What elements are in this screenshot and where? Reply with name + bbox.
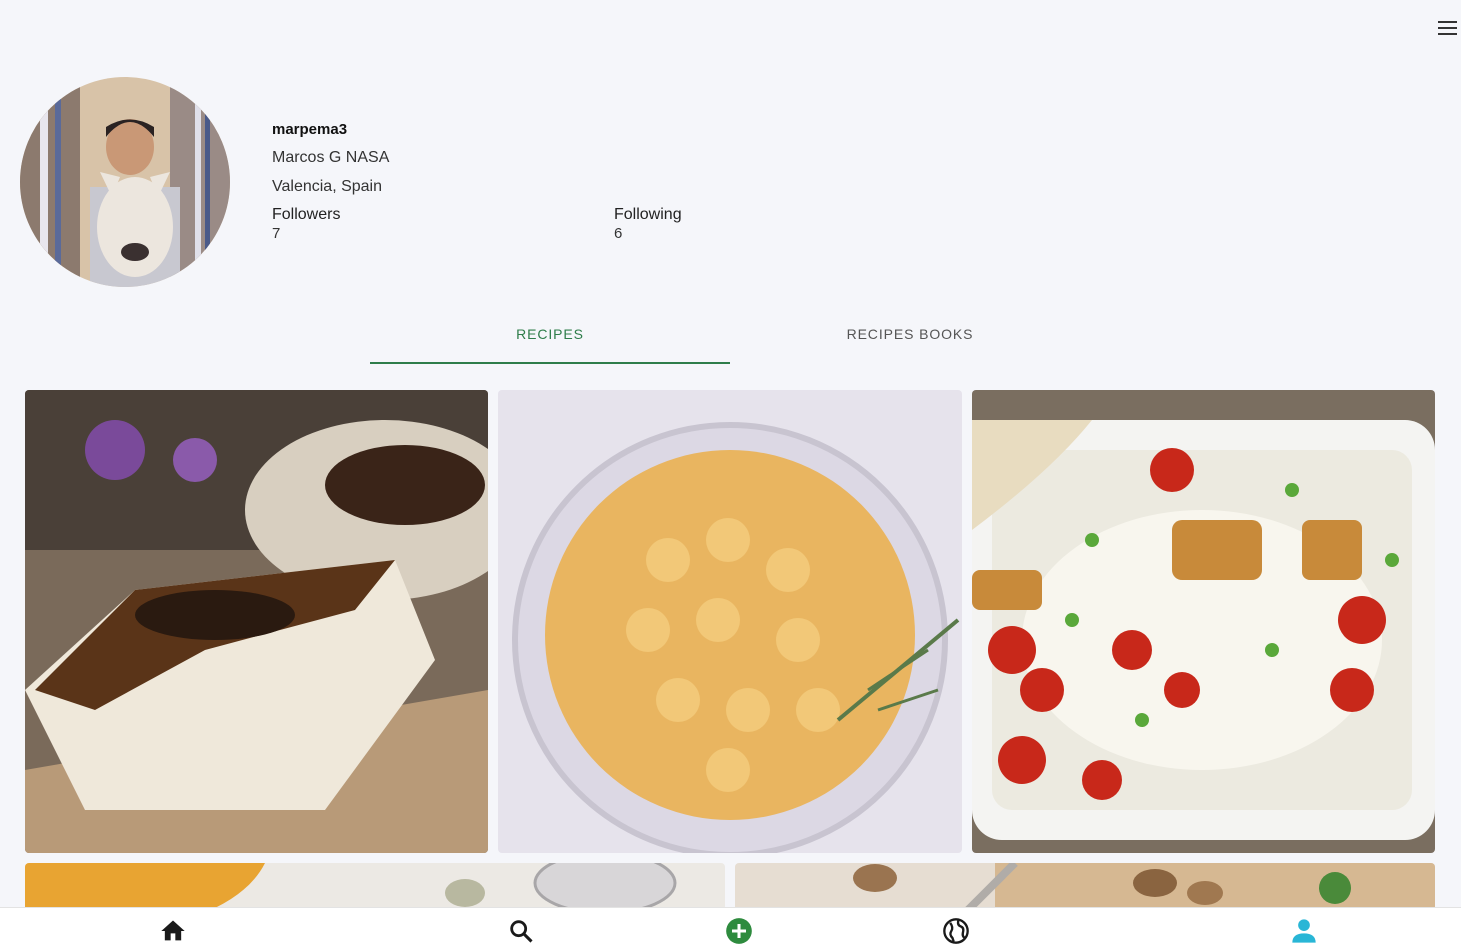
username: marpema3 (272, 121, 348, 138)
bottom-navigation (0, 907, 1461, 952)
followers-stat[interactable]: Followers 7 (272, 206, 340, 242)
followers-label: Followers (272, 206, 341, 223)
full-name: Marcos G NASA (272, 149, 390, 166)
avatar[interactable] (20, 77, 230, 287)
following-stat[interactable]: Following 6 (614, 206, 682, 242)
hamburger-menu-icon[interactable] (1438, 18, 1460, 38)
search-icon[interactable] (506, 916, 536, 946)
followers-count: 7 (272, 225, 281, 242)
recipe-card-baked-fish[interactable] (972, 390, 1435, 853)
location: Valencia, Spain (272, 178, 382, 195)
recipe-card-cheesecake[interactable] (25, 390, 488, 853)
add-circle-icon[interactable] (724, 916, 754, 946)
profile-icon[interactable] (1289, 916, 1319, 946)
profile-tabs: RECIPES RECIPES BOOKS (370, 314, 1090, 364)
home-icon[interactable] (158, 916, 188, 946)
tab-recipes[interactable]: RECIPES (370, 314, 730, 364)
following-count: 6 (614, 225, 623, 242)
globe-icon[interactable] (941, 916, 971, 946)
following-label: Following (614, 206, 682, 223)
tab-recipes-books[interactable]: RECIPES BOOKS (730, 314, 1090, 364)
recipe-card-macaroni[interactable] (498, 390, 962, 853)
